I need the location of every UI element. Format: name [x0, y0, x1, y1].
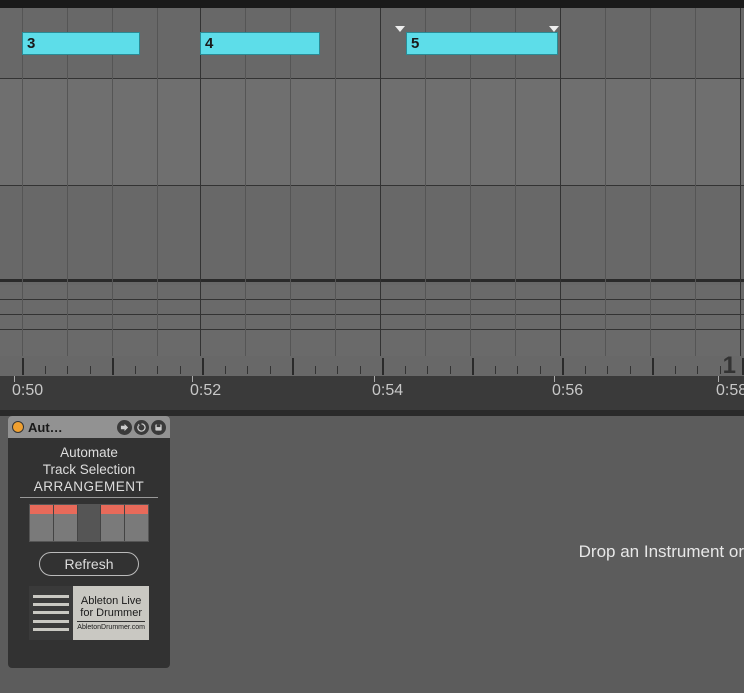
- ruler-tick-minor: [247, 366, 248, 374]
- locator-marker[interactable]: [395, 26, 405, 32]
- ruler-tick-minor: [585, 366, 586, 374]
- device-save-icon[interactable]: [151, 420, 166, 435]
- ruler-tick-minor: [337, 366, 338, 374]
- ruler-tick-minor: [427, 366, 428, 374]
- grid-line: [157, 8, 158, 360]
- grid-line: [290, 8, 291, 360]
- ruler-tick-minor: [180, 366, 181, 374]
- ruler-tick-minor: [630, 366, 631, 374]
- ruler-tick-minor: [157, 366, 158, 374]
- ruler-tick-minor: [67, 366, 68, 374]
- refresh-button-label: Refresh: [64, 556, 113, 572]
- ruler-tick-minor: [270, 366, 271, 374]
- drop-hint-text: Drop an Instrument or: [579, 542, 744, 562]
- grid-line-major: [740, 8, 741, 360]
- ruler-tick-major: [292, 358, 294, 375]
- arrangement-view[interactable]: 345 1 0:500:520:540:560:58: [0, 8, 744, 410]
- grid-line: [112, 8, 113, 360]
- device-label-line-3: ARRANGEMENT: [20, 478, 158, 498]
- grid-line: [515, 8, 516, 360]
- ruler-tick-minor: [720, 366, 721, 374]
- ruler-tick-minor: [517, 366, 518, 374]
- device-title: Aut…: [28, 420, 113, 435]
- ruler-tick-minor: [607, 366, 608, 374]
- ruler-tick-minor: [315, 366, 316, 374]
- grid-line-major: [380, 8, 381, 360]
- brand-line-1: Ableton Live: [77, 595, 145, 607]
- clip-5[interactable]: 5: [406, 32, 558, 55]
- ruler-tick-minor: [90, 366, 91, 374]
- ruler-tick-major: [382, 358, 384, 375]
- track-preview-graphic: [29, 504, 149, 542]
- brand-line-2: for Drummer: [77, 607, 145, 622]
- grid-line: [335, 8, 336, 360]
- device-body: Automate Track Selection ARRANGEMENT Ref…: [8, 438, 170, 648]
- clip-4[interactable]: 4: [200, 32, 320, 55]
- ruler-tick-minor: [495, 366, 496, 374]
- brand-badge: Ableton Live for Drummer AbletonDrummer.…: [29, 586, 149, 640]
- ruler-tick-minor: [45, 366, 46, 374]
- brand-line-3: AbletonDrummer.com: [77, 624, 145, 631]
- device-activator-icon[interactable]: [12, 421, 24, 433]
- ruler-time-label: 0:58: [716, 382, 744, 400]
- ruler-tick-minor: [405, 366, 406, 374]
- detail-view[interactable]: Aut… Automate Track Selection ARRANGEMEN…: [0, 416, 744, 693]
- ruler-tick-major: [652, 358, 654, 375]
- grid-line: [245, 8, 246, 360]
- grid-line: [470, 8, 471, 360]
- ruler-tick-major: [472, 358, 474, 375]
- grid-line: [650, 8, 651, 360]
- ruler-time-label: 0:56: [552, 382, 583, 400]
- ruler-tick-major: [112, 358, 114, 375]
- time-ruler[interactable]: 1 0:500:520:540:560:58: [0, 356, 744, 418]
- ruler-tick-minor: [540, 366, 541, 374]
- ruler-time-label: 0:54: [372, 382, 403, 400]
- refresh-button[interactable]: Refresh: [39, 552, 139, 576]
- brand-bars-icon: [29, 586, 73, 640]
- grid-line: [605, 8, 606, 360]
- ruler-tick-major: [202, 358, 204, 375]
- grid-line: [67, 8, 68, 360]
- ruler-tick-minor: [135, 366, 136, 374]
- clip-3[interactable]: 3: [22, 32, 140, 55]
- ruler-tick-minor: [360, 366, 361, 374]
- max-device-panel: Aut… Automate Track Selection ARRANGEMEN…: [8, 416, 170, 668]
- locator-marker[interactable]: [549, 26, 559, 32]
- ruler-time-label: 0:52: [190, 382, 221, 400]
- grid-line: [695, 8, 696, 360]
- device-fold-icon[interactable]: [117, 420, 132, 435]
- ruler-time-label: 0:50: [12, 382, 43, 400]
- device-refresh-icon[interactable]: [134, 420, 149, 435]
- device-titlebar[interactable]: Aut…: [8, 416, 170, 438]
- window-top-strip: [0, 0, 744, 8]
- grid-line: [22, 8, 23, 360]
- ruler-tick-minor: [450, 366, 451, 374]
- grid-line-major: [560, 8, 561, 360]
- ruler-tick-minor: [225, 366, 226, 374]
- device-label-line-1: Automate: [16, 444, 162, 461]
- grid-line: [425, 8, 426, 360]
- ruler-tick-major: [562, 358, 564, 375]
- device-label-line-2: Track Selection: [16, 461, 162, 478]
- ruler-tick-minor: [675, 366, 676, 374]
- ruler-tick-minor: [697, 366, 698, 374]
- ruler-tick-major: [22, 358, 24, 375]
- grid-line-major: [200, 8, 201, 360]
